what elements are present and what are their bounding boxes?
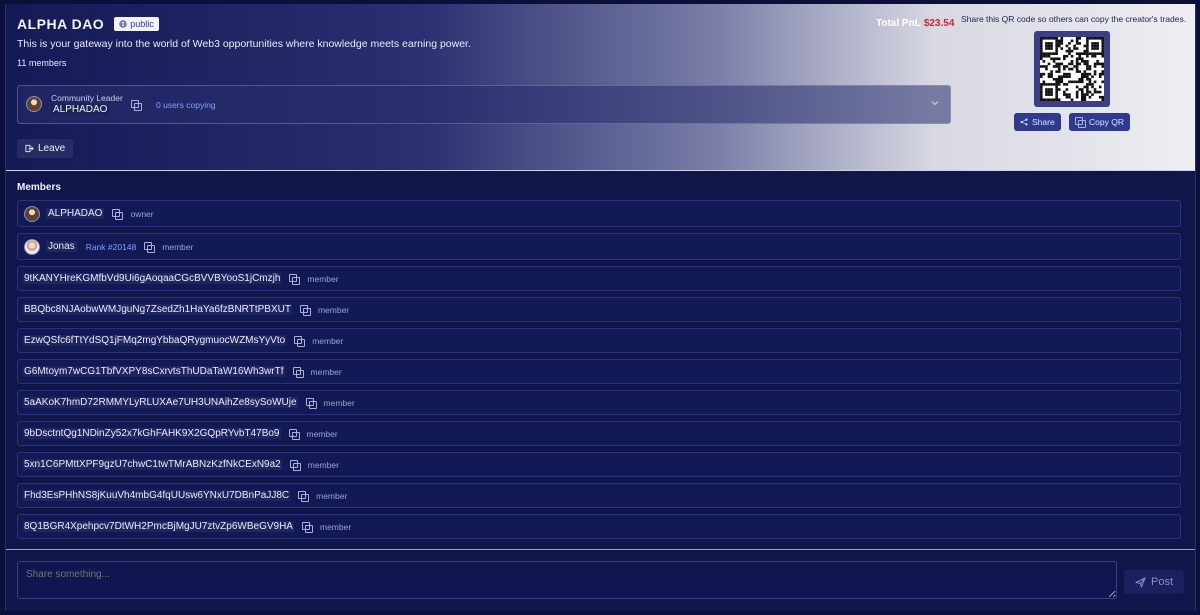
copy-icon[interactable]	[288, 428, 300, 440]
member-role: member	[162, 241, 194, 252]
member-role: member	[307, 273, 339, 284]
share-icon	[1020, 118, 1028, 126]
member-address[interactable]: 8Q1BGR4Xpehpcv7DtWH2PmcBjMgJU7ztvZp6WBeG…	[23, 521, 294, 532]
copy-qr-button[interactable]: Copy QR	[1069, 113, 1130, 131]
copy-icon[interactable]	[112, 208, 124, 220]
member-row[interactable]: EzwQSfc6fTtYdSQ1jFMq2mgYbbaQRygmuocWZMsY…	[17, 328, 1181, 353]
copy-icon[interactable]	[301, 521, 313, 533]
copy-icon[interactable]	[298, 490, 310, 502]
copy-icon[interactable]	[289, 273, 301, 285]
community-header: ALPHA DAO public This is your gateway in…	[6, 4, 1195, 171]
qr-code-frame	[1034, 31, 1110, 107]
leader-name: ALPHADAO	[51, 104, 110, 115]
visibility-badge: public	[114, 17, 159, 31]
copy-icon[interactable]	[131, 100, 142, 111]
pnl-label: Total PnL	[876, 18, 921, 29]
member-role: member	[310, 366, 342, 377]
copy-icon[interactable]	[292, 366, 304, 378]
member-role: member	[317, 304, 350, 315]
members-section-title: Members	[17, 182, 61, 193]
member-row[interactable]: 5aAKoK7hmD72RMMYLyRLUXAe7UH3UNAihZe8sySo…	[17, 390, 1181, 415]
community-leader-card[interactable]: Community Leader ALPHADAO 0 users copyin…	[17, 85, 951, 124]
member-row[interactable]: Fhd3EsPHhNS8jKuuVh4mbG4fqUUsw6YNxU7DBnPa…	[17, 483, 1181, 508]
qr-code-image	[1040, 37, 1104, 101]
member-row[interactable]: BBQbc8NJAobwWMJguNg7ZsedZh1HaYa6fzBNRTtP…	[17, 297, 1181, 322]
chevron-down-icon[interactable]	[930, 98, 940, 108]
member-row[interactable]: 8Q1BGR4Xpehpcv7DtWH2PmcBjMgJU7ztvZp6WBeG…	[17, 514, 1181, 539]
member-address[interactable]: 9tKANYHreKGMfbVd9Ui6gAoqaaCGcBVVBYooS1jC…	[23, 273, 282, 284]
qr-share-panel: Share this QR code so others can copy th…	[961, 14, 1187, 131]
member-role: member	[316, 490, 348, 501]
visibility-label: public	[130, 19, 154, 29]
total-pnl: Total PnL $23.54	[876, 18, 954, 29]
qr-caption: Share this QR code so others can copy th…	[961, 14, 1187, 24]
post-label: Post	[1150, 576, 1173, 588]
member-name[interactable]: ALPHADAO	[46, 208, 105, 219]
community-page: ALPHA DAO public This is your gateway in…	[5, 4, 1196, 611]
member-role: member	[323, 397, 355, 408]
copy-icon[interactable]	[299, 304, 311, 316]
member-name[interactable]: Jonas	[46, 241, 77, 252]
member-row[interactable]: 9bDsctntQg1NDinZy52x7kGhFAHK9X2GQpRYvbT4…	[17, 421, 1181, 446]
globe-icon	[119, 20, 127, 28]
member-role: member	[307, 459, 339, 470]
member-row[interactable]: Jonas Rank #20148 member	[17, 233, 1181, 260]
share-button[interactable]: Share	[1014, 113, 1061, 131]
member-role: member	[312, 335, 344, 346]
leader-avatar	[26, 96, 42, 112]
member-role: member	[319, 521, 352, 532]
qr-code-icon	[1040, 37, 1104, 101]
member-row[interactable]: 5xn1C6PMttXPF9gzU7chwC1twTMrABNzKzfNkCEx…	[17, 452, 1181, 477]
member-row[interactable]: 9tKANYHreKGMfbVd9Ui6gAoqaaCGcBVVBYooS1jC…	[17, 266, 1181, 291]
copy-icon[interactable]	[289, 459, 301, 471]
copy-icon[interactable]	[305, 397, 317, 409]
member-address[interactable]: 9bDsctntQg1NDinZy52x7kGhFAHK9X2GQpRYvbT4…	[23, 428, 281, 439]
users-copying-count: 0 users copying	[156, 100, 216, 110]
member-address[interactable]: G6Mtoym7wCG1TbfVXPY8sCxrvtsThUDaTaW16Wh3…	[23, 366, 285, 377]
member-avatar	[24, 238, 40, 255]
member-address[interactable]: EzwQSfc6fTtYdSQ1jFMq2mgYbbaQRygmuocWZMsY…	[23, 335, 287, 346]
section-divider	[6, 549, 1195, 550]
share-label: Share	[1032, 117, 1055, 127]
copy-qr-label: Copy QR	[1089, 117, 1124, 127]
leave-icon	[25, 144, 34, 153]
member-role: member	[306, 428, 338, 439]
community-description: This is your gateway into the world of W…	[17, 38, 471, 50]
member-address[interactable]: Fhd3EsPHhNS8jKuuVh4mbG4fqUUsw6YNxU7DBnPa…	[23, 490, 291, 501]
member-avatar	[24, 205, 40, 222]
member-rank: Rank #20148	[85, 241, 137, 252]
copy-icon	[1075, 117, 1086, 128]
send-icon	[1135, 576, 1146, 588]
post-composer-input[interactable]	[17, 561, 1117, 599]
copy-icon[interactable]	[294, 335, 306, 347]
copy-icon[interactable]	[144, 241, 156, 253]
post-button[interactable]: Post	[1124, 570, 1184, 594]
leave-label: Leave	[38, 143, 66, 154]
member-role: owner	[130, 208, 154, 219]
pnl-value: $23.54	[923, 18, 955, 29]
leave-button[interactable]: Leave	[17, 139, 74, 158]
member-row[interactable]: G6Mtoym7wCG1TbfVXPY8sCxrvtsThUDaTaW16Wh3…	[17, 359, 1181, 384]
members-count: 11 members	[17, 58, 67, 68]
member-address[interactable]: 5aAKoK7hmD72RMMYLyRLUXAe7UH3UNAihZe8sySo…	[23, 397, 298, 408]
leader-role-label: Community Leader	[51, 93, 123, 103]
member-address[interactable]: 5xn1C6PMttXPF9gzU7chwC1twTMrABNzKzfNkCEx…	[23, 459, 282, 470]
title-row: ALPHA DAO public	[17, 16, 159, 32]
member-address[interactable]: BBQbc8NJAobwWMJguNg7ZsedZh1HaYa6fzBNRTtP…	[23, 304, 292, 315]
community-name: ALPHA DAO	[17, 16, 105, 32]
member-row[interactable]: ALPHADAO owner	[17, 200, 1181, 227]
